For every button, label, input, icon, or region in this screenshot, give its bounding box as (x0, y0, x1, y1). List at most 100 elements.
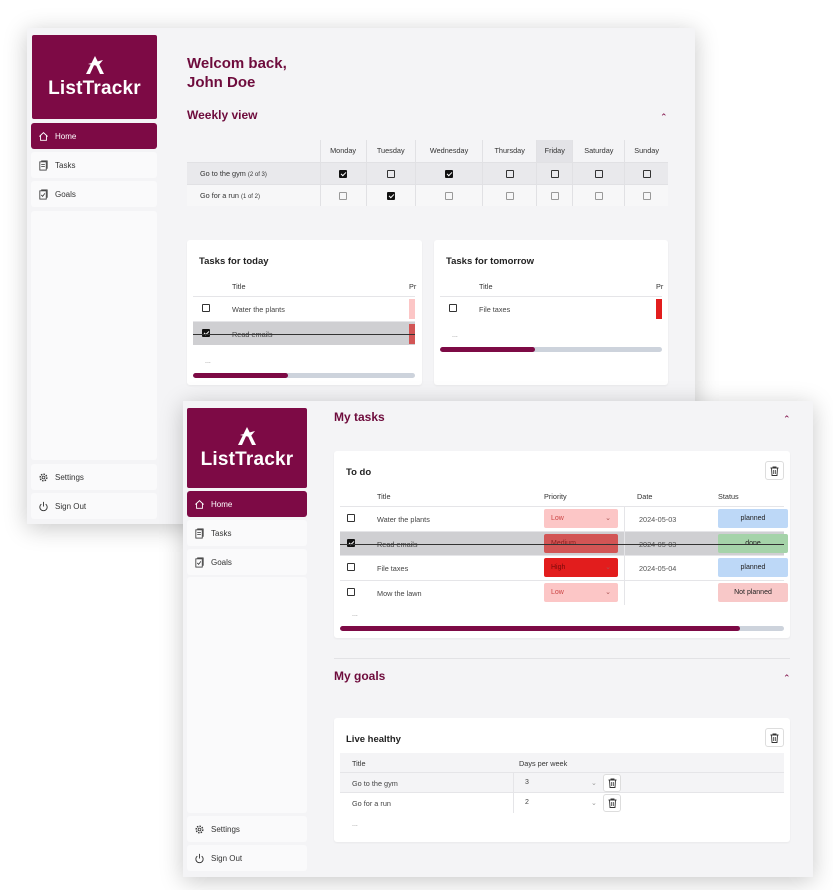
app-logo[interactable]: ListTrackr (32, 35, 157, 119)
task-checkbox[interactable] (347, 514, 355, 522)
day-checkbox[interactable] (339, 169, 348, 178)
collapse-weekly-icon[interactable]: ⌃ (660, 112, 668, 123)
status-badge[interactable]: planned (718, 509, 788, 528)
date-cell-divider (624, 556, 625, 580)
day-checkbox[interactable] (339, 191, 348, 200)
today-progress-bar (193, 373, 415, 378)
day-checkbox[interactable] (642, 191, 651, 200)
nav-item-home[interactable]: Home (31, 123, 157, 149)
day-header-sunday: Sunday (624, 140, 668, 162)
status-badge[interactable]: planned (718, 558, 788, 577)
priority-select[interactable]: Low ⌄ (544, 582, 618, 602)
nav-label-home: Home (211, 499, 233, 509)
nav-label-tasks: Tasks (211, 528, 232, 538)
goals-icon (195, 557, 204, 567)
collapse-tasks-icon[interactable]: ⌃ (783, 414, 791, 425)
weekly-cell (319, 161, 367, 184)
table-row: Go to the gym 3 ⌄ (340, 772, 784, 793)
task-checkbox[interactable] (202, 304, 210, 312)
day-checkbox[interactable] (505, 169, 514, 178)
nav-item-settings[interactable]: Settings (31, 464, 157, 490)
task-checkbox[interactable] (347, 563, 355, 571)
weekly-cell (572, 161, 625, 184)
bottom-nav: Settings Sign Out (31, 464, 157, 519)
delete-list-button[interactable] (765, 461, 784, 480)
nav-item-sign-out[interactable]: Sign Out (187, 845, 307, 871)
chevron-down-icon: ⌄ (591, 780, 597, 787)
column-title: Title (232, 282, 246, 291)
task-checkbox[interactable] (449, 304, 457, 312)
status-text: planned (740, 564, 766, 571)
day-checkbox[interactable] (642, 169, 651, 178)
my-tasks-title: My tasks (334, 410, 385, 424)
priority-select[interactable]: High ⌄ (544, 558, 618, 577)
day-checkbox[interactable] (594, 191, 603, 200)
column-date: Date (637, 492, 653, 501)
task-checkbox[interactable] (347, 587, 355, 596)
nav-item-tasks[interactable]: Tasks (31, 152, 157, 178)
nav-item-tasks[interactable]: Tasks (187, 520, 307, 546)
collapse-goals-icon[interactable]: ⌃ (783, 673, 791, 684)
cell-divider (513, 773, 514, 793)
nav-item-sign-out[interactable]: Sign Out (31, 493, 157, 519)
strikethrough-line (193, 334, 415, 335)
logo-mark-icon (238, 427, 256, 445)
day-checkbox[interactable] (594, 169, 603, 178)
more-ellipsis: ... (352, 611, 358, 618)
day-header-saturday: Saturday (572, 140, 625, 162)
home-icon (195, 499, 204, 509)
section-divider (334, 658, 790, 659)
day-checkbox[interactable] (445, 169, 454, 178)
priority-select[interactable]: Low ⌄ (544, 509, 618, 528)
weekly-row-label: Go for a run (1 of 2) (187, 183, 320, 206)
logo-mark-icon (85, 56, 104, 74)
column-priority: Pr (409, 282, 417, 291)
main-nav: Home Tasks Goals (187, 491, 307, 575)
tasks-today-card: Tasks for today Title Pr Water the plant… (187, 240, 422, 385)
table-row: File taxes High ⌄ 2024-05-04 planned (340, 555, 788, 580)
delete-goal-button[interactable] (603, 774, 621, 792)
task-row: File taxes (440, 296, 662, 320)
app-logo[interactable]: ListTrackr (187, 408, 307, 488)
day-checkbox[interactable] (505, 191, 514, 200)
todo-progress-bar (340, 626, 784, 631)
trash-icon (608, 778, 616, 788)
day-checkbox[interactable] (550, 169, 559, 178)
days-per-week-select[interactable]: 2 ⌄ (525, 799, 599, 807)
task-checkbox[interactable] (347, 538, 355, 547)
weekly-cell (414, 161, 483, 184)
day-checkbox[interactable] (386, 191, 395, 200)
day-checkbox[interactable] (386, 169, 395, 178)
nav-item-goals[interactable]: Goals (187, 549, 307, 575)
task-date: 2024-05-04 (639, 564, 677, 573)
goal-card-title: Live healthy (346, 734, 401, 745)
day-checkbox[interactable] (550, 191, 559, 200)
dashboard-window-front: ListTrackr Home Tasks Goals Settings Sig… (183, 401, 813, 877)
task-checkbox[interactable] (202, 329, 210, 337)
tomorrow-progress-bar (440, 347, 662, 352)
priority-swatch (409, 299, 415, 319)
nav-item-settings[interactable]: Settings (187, 816, 307, 842)
task-title: File taxes (479, 305, 511, 314)
status-badge[interactable]: Not planned (718, 582, 788, 602)
nav-item-home[interactable]: Home (187, 491, 307, 517)
day-header-thursday: Thursday (482, 140, 537, 162)
greeting-line-1: Welcom back, (187, 55, 287, 72)
chevron-down-icon: ⌄ (591, 800, 597, 807)
habit-name: Go for a run (200, 190, 239, 200)
delete-goal-button[interactable] (603, 794, 621, 812)
goal-card: Live healthy Title Days per week Go to t… (334, 718, 790, 842)
tasks-tomorrow-title: Tasks for tomorrow (446, 256, 534, 267)
power-icon (39, 501, 48, 511)
task-title: Water the plants (377, 515, 430, 524)
weekly-view-title: Weekly view (187, 108, 258, 122)
day-checkbox[interactable] (445, 191, 454, 200)
goal-title: Go for a run (352, 799, 391, 808)
tasks-today-title: Tasks for today (199, 256, 269, 267)
delete-goal-list-button[interactable] (765, 728, 784, 747)
days-per-week-select[interactable]: 3 ⌄ (525, 779, 599, 787)
todo-card-title: To do (346, 467, 372, 478)
nav-item-goals[interactable]: Goals (31, 181, 157, 207)
cell-divider (513, 793, 514, 813)
sidebar-spacer (187, 577, 307, 813)
